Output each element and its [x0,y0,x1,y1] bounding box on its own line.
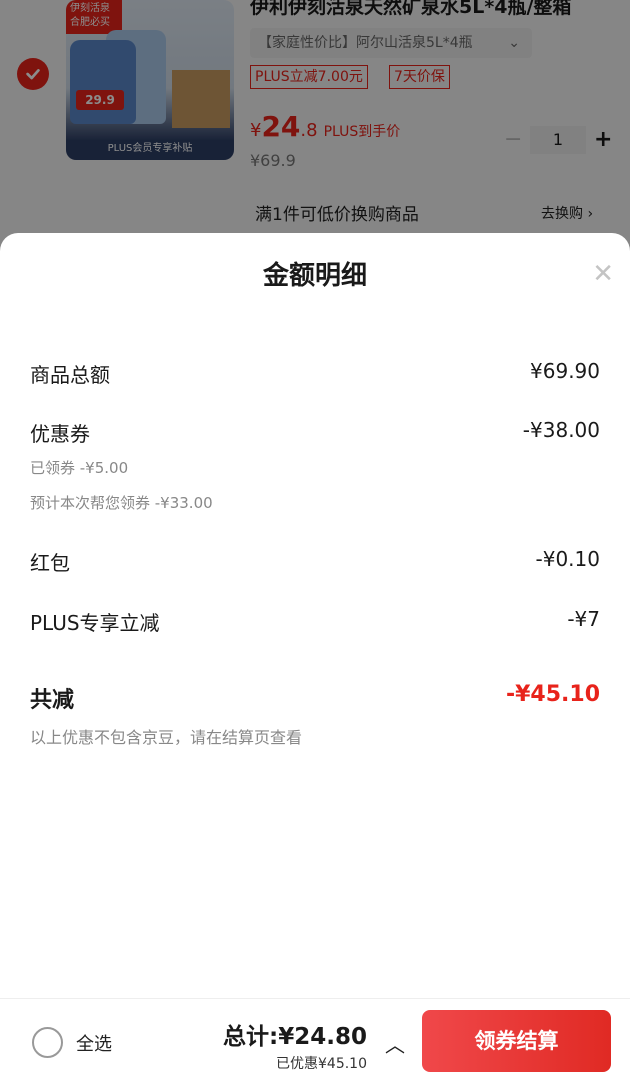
sheet-title: 金额明细 [262,261,367,291]
checkmark-icon [26,69,40,80]
row-label: 优惠券 [30,422,90,446]
amount-detail-sheet: 金额明细 ✕ 商品总额 ¥69.90 优惠券 -¥38.00 已领券 -¥5.0… [0,233,630,1082]
price-protect-tag: 7天价保 [389,65,450,89]
chevron-right-icon: › [583,206,594,222]
plus-icon[interactable]: + [594,126,612,154]
saved-amount: 已优惠¥45.10 [276,1056,367,1072]
checkout-bar: 全选 总计:¥24.80 已优惠¥45.10 ︿ 领券结算 [0,998,630,1082]
row-label: 商品总额 [30,363,110,387]
current-price: ¥24.8 PLUS到手价 [250,110,400,143]
swap-promo-text: 满1件可低价换购商品 [255,205,419,225]
detail-row-redpacket: 红包 -¥0.10 [30,547,600,576]
row-amount: -¥7 [567,607,600,631]
row-label: PLUS专享立减 [30,611,160,635]
row-amount: -¥0.10 [535,547,600,571]
discount-note: 以上优惠不包含京豆，请在结算页查看 [30,728,303,747]
detail-row-total: 共减 -¥45.10 [30,682,600,714]
box-image [172,70,230,128]
plus-price-label: PLUS到手价 [323,124,401,140]
detail-row-subtotal: 商品总额 ¥69.90 [30,359,600,388]
price-decimal: .8 [300,120,318,141]
select-all-radio[interactable] [32,1027,63,1058]
thumb-brand-label: 伊刻活泉 合肥必买 [66,0,122,34]
swap-link-label: 去换购 [541,206,583,222]
detail-row-coupon: 优惠券 -¥38.00 [30,418,600,447]
chevron-down-icon: ⌄ [508,35,520,51]
thumb-strip-label: PLUS会员专享补贴 [107,143,193,154]
row-label: 红包 [30,551,70,575]
total-label: 共减 [30,688,75,713]
coupon-claimed: 已领券 -¥5.00 [30,459,129,477]
row-amount: -¥38.00 [522,418,600,442]
product-title[interactable]: 伊利伊刻活泉天然矿泉水5L*4瓶/整箱 [250,0,571,19]
chevron-up-icon[interactable]: ︿ [385,1029,405,1058]
spec-label: 【家庭性价比】阿尔山活泉5L*4瓶 [258,35,473,51]
checkout-button[interactable]: 领券结算 [422,1010,611,1072]
row-amount: ¥69.90 [530,359,600,383]
product-thumbnail[interactable]: 伊刻活泉 合肥必买 29.9 PLUS会员专享补贴 [66,0,234,160]
total-price: 总计:¥24.80 [223,1024,367,1050]
spec-selector[interactable]: 【家庭性价比】阿尔山活泉5L*4瓶 ⌄ [250,28,532,58]
plus-discount-tag: PLUS立减7.00元 [250,65,368,89]
coupon-estimated: 预计本次帮您领券 -¥33.00 [30,494,213,512]
detail-row-plus: PLUS专享立减 -¥7 [30,607,600,636]
minus-icon[interactable]: − [504,126,522,154]
thumb-price: 29.9 [76,90,124,110]
total-amount: -¥45.10 [505,682,600,707]
quantity-stepper[interactable]: − 1 + [500,126,630,154]
price-currency: ¥ [250,120,262,141]
item-checkbox[interactable] [17,58,49,90]
bottle-image: 29.9 [70,40,136,124]
quantity-value[interactable]: 1 [530,126,586,154]
select-all-label[interactable]: 全选 [76,1030,112,1056]
original-price: ¥69.9 [250,151,296,170]
close-icon[interactable]: ✕ [592,261,614,287]
cart-item: 伊刻活泉 合肥必买 29.9 PLUS会员专享补贴 伊利伊刻活泉天然矿泉水5L*… [0,0,630,260]
price-integer: 24 [261,110,301,143]
swap-link[interactable]: 去换购 › [541,203,593,223]
